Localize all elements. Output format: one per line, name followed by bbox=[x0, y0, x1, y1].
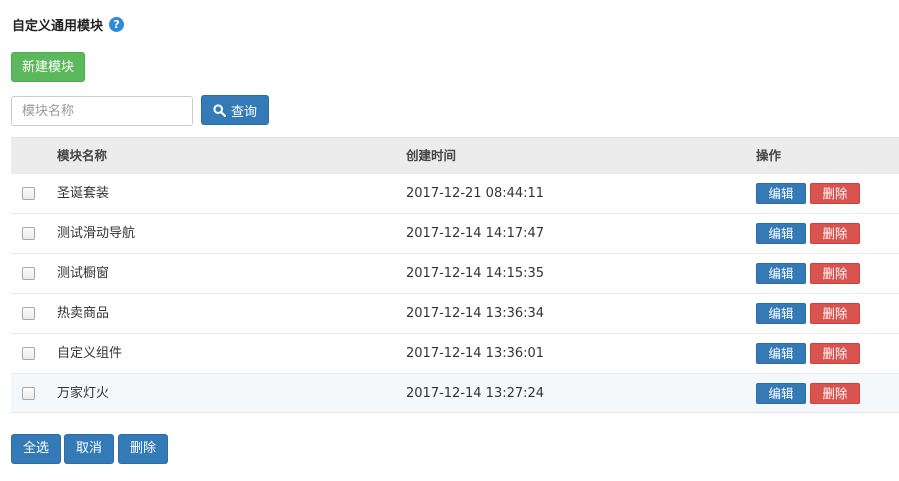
page-title: 自定义通用模块 ? bbox=[12, 14, 125, 34]
delete-button[interactable]: 删除 bbox=[810, 183, 860, 204]
edit-button[interactable]: 编辑 bbox=[756, 223, 806, 244]
row-checkbox[interactable] bbox=[22, 187, 35, 200]
table-row: 万家灯火 2017-12-14 13:27:24 编辑 删除 bbox=[11, 373, 899, 413]
edit-button[interactable]: 编辑 bbox=[756, 263, 806, 284]
module-name: 自定义组件 bbox=[57, 346, 123, 361]
module-name: 测试橱窗 bbox=[57, 266, 110, 281]
row-checkbox[interactable] bbox=[22, 387, 35, 400]
table-row: 热卖商品 2017-12-14 13:36:34 编辑 删除 bbox=[11, 293, 899, 333]
module-name: 热卖商品 bbox=[57, 306, 110, 321]
column-header-created: 创建时间 bbox=[406, 148, 457, 163]
edit-button[interactable]: 编辑 bbox=[756, 343, 806, 364]
delete-button[interactable]: 删除 bbox=[810, 223, 860, 244]
module-name: 测试滑动导航 bbox=[57, 226, 136, 241]
search-button-label: 查询 bbox=[230, 104, 257, 120]
page-title-text: 自定义通用模块 bbox=[12, 18, 104, 34]
table-row: 测试滑动导航 2017-12-14 14:17:47 编辑 删除 bbox=[11, 213, 899, 253]
new-module-button[interactable]: 新建模块 bbox=[11, 52, 85, 82]
column-header-name: 模块名称 bbox=[57, 148, 108, 163]
created-time: 2017-12-14 14:15:35 bbox=[406, 266, 545, 281]
edit-button[interactable]: 编辑 bbox=[756, 303, 806, 324]
search-button[interactable]: 查询 bbox=[201, 95, 269, 125]
module-name: 万家灯火 bbox=[57, 386, 110, 401]
bulk-delete-button[interactable]: 删除 bbox=[118, 434, 168, 464]
delete-button[interactable]: 删除 bbox=[810, 263, 860, 284]
search-input[interactable] bbox=[11, 96, 193, 126]
module-table: 模块名称 创建时间 操作 圣诞套装 2017-12-21 08:44:11 编辑… bbox=[11, 137, 899, 413]
table-row: 圣诞套装 2017-12-21 08:44:11 编辑 删除 bbox=[11, 173, 899, 213]
created-time: 2017-12-21 08:44:11 bbox=[406, 186, 545, 201]
edit-button[interactable]: 编辑 bbox=[756, 183, 806, 204]
table-row: 测试橱窗 2017-12-14 14:15:35 编辑 删除 bbox=[11, 253, 899, 293]
created-time: 2017-12-14 14:17:47 bbox=[406, 226, 545, 241]
edit-button[interactable]: 编辑 bbox=[756, 383, 806, 404]
delete-button[interactable]: 删除 bbox=[810, 343, 860, 364]
delete-button[interactable]: 删除 bbox=[810, 383, 860, 404]
table-row: 自定义组件 2017-12-14 13:36:01 编辑 删除 bbox=[11, 333, 899, 373]
delete-button[interactable]: 删除 bbox=[810, 303, 860, 324]
select-all-button[interactable]: 全选 bbox=[11, 434, 61, 464]
search-icon bbox=[213, 103, 226, 117]
row-checkbox[interactable] bbox=[22, 227, 35, 240]
created-time: 2017-12-14 13:36:01 bbox=[406, 346, 545, 361]
table-header: 模块名称 创建时间 操作 bbox=[11, 137, 899, 173]
created-time: 2017-12-14 13:36:34 bbox=[406, 306, 545, 321]
row-checkbox[interactable] bbox=[22, 347, 35, 360]
column-header-actions: 操作 bbox=[756, 148, 782, 163]
cancel-button[interactable]: 取消 bbox=[64, 434, 114, 464]
module-name: 圣诞套装 bbox=[57, 186, 110, 201]
row-checkbox[interactable] bbox=[22, 267, 35, 280]
help-icon[interactable]: ? bbox=[109, 16, 125, 32]
row-checkbox[interactable] bbox=[22, 307, 35, 320]
created-time: 2017-12-14 13:27:24 bbox=[406, 386, 545, 401]
